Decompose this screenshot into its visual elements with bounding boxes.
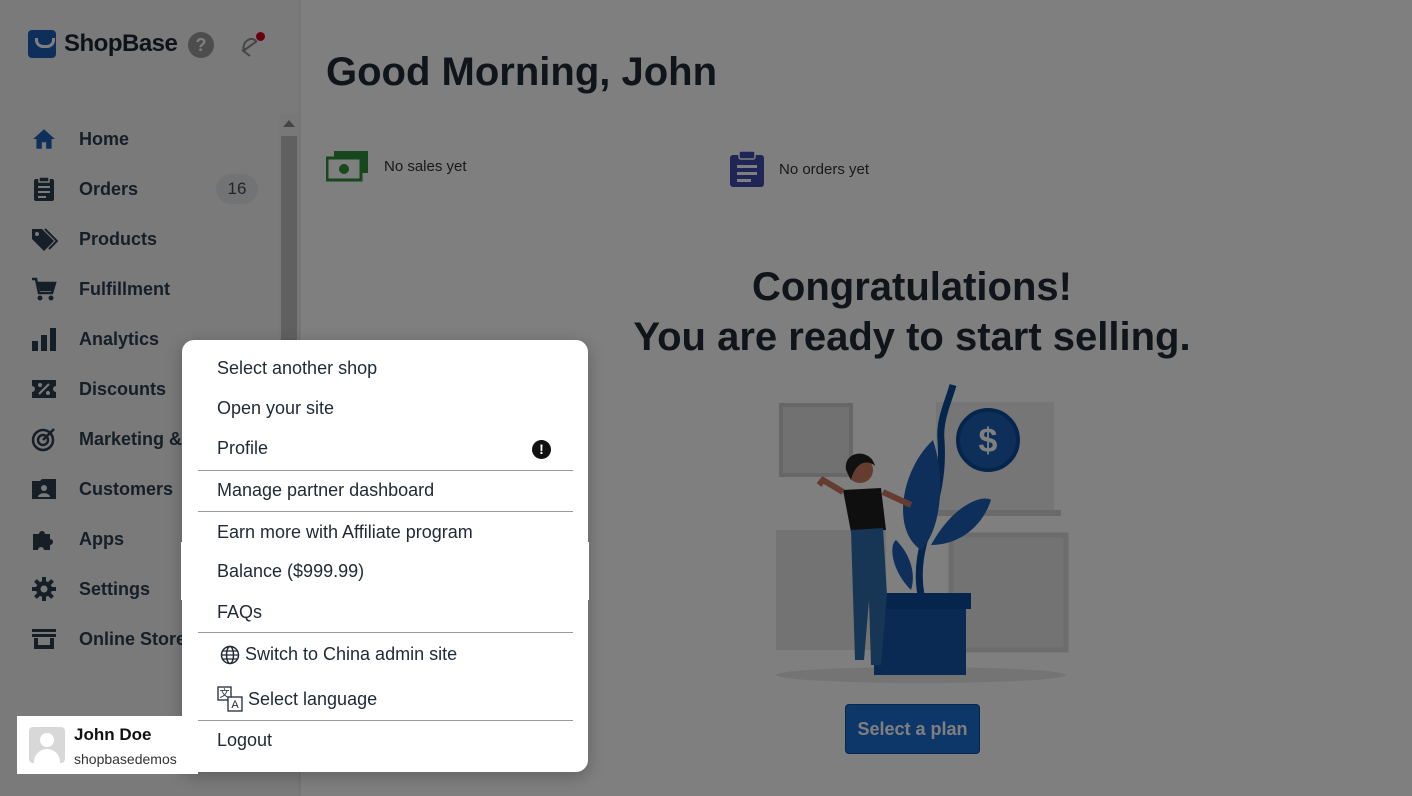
menu-item-label: Switch to China admin site [245, 644, 458, 664]
menu-item-affiliate[interactable]: Earn more with Affiliate program [217, 522, 473, 543]
menu-item-partner-dashboard[interactable]: Manage partner dashboard [217, 480, 434, 501]
avatar [29, 727, 65, 763]
balance-label: Balance ($999.99) [217, 561, 365, 581]
menu-item-label: Select language [248, 688, 378, 709]
svg-text:A: A [231, 699, 239, 711]
shop-domain: shopbasedemos [74, 751, 177, 767]
menu-divider [198, 720, 573, 721]
menu-divider [198, 511, 573, 512]
user-name: John Doe [74, 725, 152, 744]
menu-item-select-language[interactable]: 文A Select language [217, 686, 377, 712]
menu-item-logout[interactable]: Logout [217, 730, 272, 751]
user-account-button[interactable]: John Doe shopbasedemos [17, 716, 198, 774]
menu-item-select-shop[interactable]: Select another shop [217, 358, 377, 379]
menu-item-open-site[interactable]: Open your site [217, 398, 334, 419]
menu-divider [198, 632, 573, 633]
translate-icon: 文A [217, 686, 243, 712]
globe-icon [220, 645, 240, 664]
menu-divider [198, 470, 573, 471]
menu-item-faqs[interactable]: FAQs [217, 602, 262, 623]
menu-item-switch-china[interactable]: Switch to China admin site [220, 644, 457, 665]
menu-item-profile[interactable]: Profile [217, 438, 268, 459]
warning-icon: ! [532, 440, 551, 459]
